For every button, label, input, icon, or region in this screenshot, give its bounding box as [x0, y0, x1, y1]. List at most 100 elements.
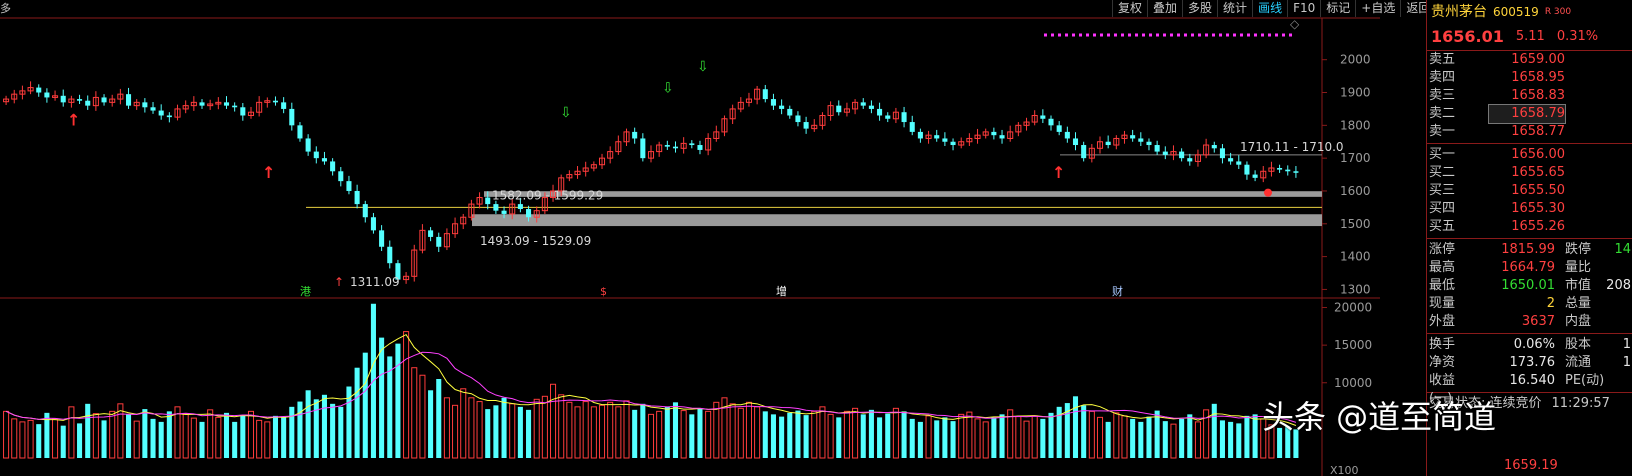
candle-body — [836, 105, 842, 113]
volume-bar — [443, 397, 450, 459]
divider — [1427, 238, 1632, 239]
toolbar-button[interactable]: 标记 — [1320, 0, 1355, 17]
candle-body — [877, 108, 883, 116]
stock-header[interactable]: 贵州茅台 600519 R 300 — [1427, 0, 1632, 24]
order-book-row[interactable]: 买三 1655.50 — [1427, 182, 1632, 200]
candle-body — [387, 246, 393, 264]
kline-svg[interactable]: ◇ 2000 1900 1800 1700 1600 1500 1400 1300 20000 15… — [0, 0, 1380, 476]
candle-body — [1179, 151, 1185, 159]
volume-bar — [762, 411, 768, 458]
volume-bar — [126, 414, 132, 458]
stat-label: 外盘 — [1429, 314, 1456, 329]
volume-ma10-line — [5, 351, 1297, 423]
volume-bar — [182, 413, 189, 459]
candle-body — [901, 112, 907, 123]
order-level-price: 1658.95 — [1511, 70, 1565, 85]
candle-body — [362, 204, 368, 218]
stat-label: 净资 — [1429, 355, 1456, 370]
toolbar-button[interactable]: +自选 — [1355, 0, 1400, 17]
volume-bar — [885, 413, 891, 458]
stat-value: 3637 — [1521, 314, 1555, 329]
volume-tick-label: 20000 — [1334, 301, 1372, 315]
stat-value — [1605, 313, 1632, 331]
toolbar-button[interactable]: 画线 — [1252, 0, 1287, 17]
candle-body — [330, 161, 336, 172]
volume-bar — [574, 406, 581, 459]
candle-body — [493, 204, 499, 211]
volume-bar — [240, 415, 246, 458]
volume-bar — [60, 425, 66, 458]
candle-body — [77, 99, 83, 101]
toolbar-button[interactable]: 复权 — [1112, 0, 1147, 17]
volume-bar — [77, 423, 83, 458]
volume-bar — [1187, 414, 1193, 458]
order-level-price: 1655.65 — [1511, 165, 1565, 180]
volume-bar — [787, 412, 793, 458]
volume-bar — [330, 403, 336, 458]
price-row: 1656.01 5.11 0.31% — [1427, 24, 1632, 51]
candle-body — [885, 115, 891, 119]
volume-bar — [843, 410, 850, 459]
candle-body — [321, 158, 327, 162]
toolbar-button[interactable]: F10 — [1287, 0, 1320, 17]
order-book-row[interactable]: 卖三 1658.83 — [1427, 87, 1632, 105]
order-book-row[interactable]: 买一 1656.00 — [1427, 146, 1632, 164]
volume-bar — [582, 401, 589, 459]
price-tick-label: 1600 — [1340, 184, 1371, 198]
volume-bar — [501, 397, 507, 458]
volume-bar — [1194, 421, 1201, 459]
price-tick-label: 1400 — [1340, 250, 1371, 264]
buy-arrow-icon: ↑ — [1052, 163, 1065, 182]
volume-bar — [1015, 416, 1022, 459]
volume-bar — [109, 410, 116, 459]
volume-bar — [19, 421, 26, 459]
candle-body — [142, 102, 148, 108]
volume-bar — [289, 406, 295, 458]
candle-body — [934, 135, 940, 139]
candle-body — [1187, 158, 1193, 162]
candle-body — [232, 105, 238, 108]
volume-bar — [411, 367, 418, 459]
order-level-label: 买二 — [1429, 165, 1456, 180]
volume-bar — [68, 406, 75, 459]
kline-chart[interactable]: ◇ 2000 1900 1800 1700 1600 1500 1400 1300 20000 15… — [0, 0, 1380, 476]
order-book-row[interactable]: 卖四 1658.95 — [1427, 69, 1632, 87]
stat-label: 涨停 — [1429, 242, 1456, 257]
volume-bar — [264, 421, 271, 459]
candle-body — [1154, 145, 1160, 152]
candle-body — [909, 122, 915, 132]
volume-bar — [868, 409, 874, 458]
order-book-row[interactable]: 卖五 1659.00 — [1427, 51, 1632, 69]
candle-body — [1277, 168, 1283, 170]
order-book-row[interactable]: 卖一 1658.77 — [1427, 123, 1632, 141]
order-book-row[interactable]: 买二 1655.65 — [1427, 164, 1632, 182]
volume-bar — [52, 418, 59, 459]
price-change: 5.11 — [1515, 29, 1545, 44]
volume-bar — [190, 417, 197, 459]
price-annotation: 1493.09 - 1529.09 — [480, 234, 591, 248]
volume-bar — [1179, 418, 1185, 458]
stock-code: 600519 — [1493, 5, 1539, 19]
order-level-label: 卖一 — [1429, 124, 1456, 139]
volume-bar — [297, 401, 303, 458]
order-book-row[interactable]: 买五 1655.26 — [1427, 218, 1632, 236]
volume-bar — [1113, 412, 1120, 459]
volume-bar — [1170, 423, 1177, 459]
order-book: 卖五 1659.00 卖四 1658.95 卖三 1658.83 卖二 1658.79 卖一 16… — [1427, 51, 1632, 236]
order-book-row[interactable]: 卖二 1658.79 — [1427, 104, 1632, 124]
volume-bar — [428, 390, 434, 458]
volume-bar — [615, 406, 622, 459]
candle-body — [1236, 161, 1242, 165]
candle-body — [1064, 131, 1070, 139]
toolbar-button[interactable]: 统计 — [1217, 0, 1252, 17]
toolbar-button[interactable]: 多股 — [1182, 0, 1217, 17]
order-book-row[interactable]: 买四 1655.30 — [1427, 200, 1632, 218]
stats-row: 最高 1664.79 量比 — [1427, 259, 1632, 277]
candle-body — [991, 131, 997, 136]
toolbar-button[interactable]: 叠加 — [1147, 0, 1182, 17]
volume-bar — [1138, 421, 1144, 458]
candle-body — [101, 97, 107, 103]
low-arrow-icon: ↑ — [334, 275, 344, 289]
volume-bar — [1154, 410, 1160, 458]
volume-bar — [705, 410, 712, 459]
